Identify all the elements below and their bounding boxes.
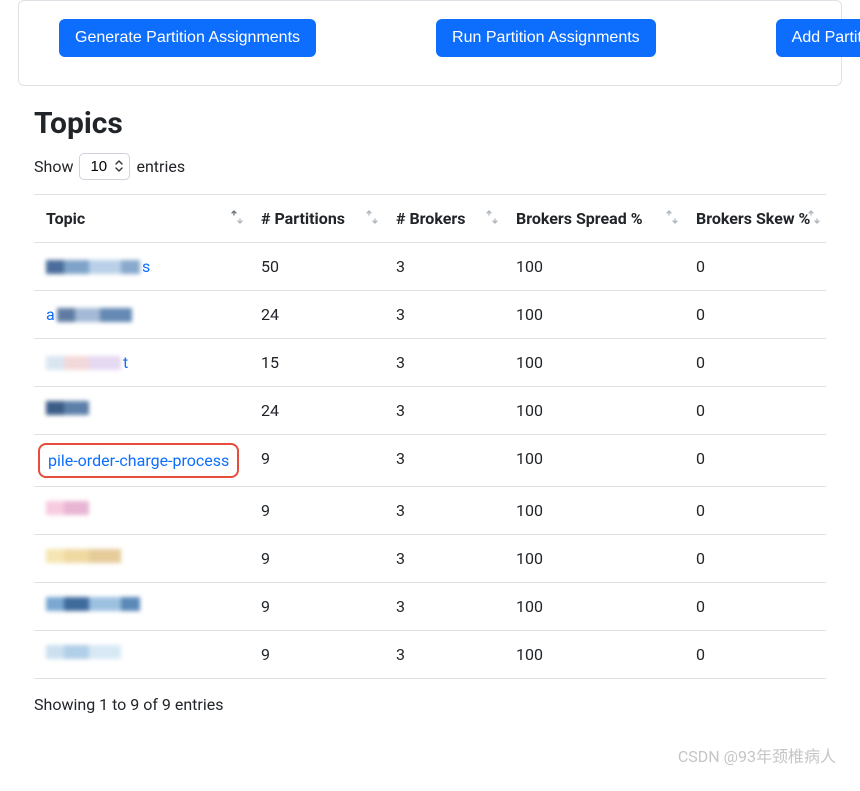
redacted-text [46,356,121,370]
table-row: t 1531000 [34,339,826,387]
cell-skew: 0 [684,291,826,339]
redacted-text [46,401,89,415]
cell-brokers: 3 [384,583,504,631]
sort-icon[interactable] [486,210,498,228]
highlight-box: pile-order-charge-process [38,443,239,478]
cell-brokers: 3 [384,339,504,387]
cell-topic: s [34,243,249,291]
column-header-spread[interactable]: Brokers Spread % [504,195,684,243]
column-header-partitions[interactable]: # Partitions [249,195,384,243]
topic-link[interactable]: pile-order-charge-process [48,451,229,470]
cell-brokers: 3 [384,291,504,339]
sort-icon[interactable] [808,210,820,228]
add-partitions-button[interactable]: Add Partitions [776,19,860,57]
cell-topic [34,487,249,535]
cell-skew: 0 [684,243,826,291]
cell-topic: a [34,291,249,339]
redacted-text [46,260,140,274]
cell-skew: 0 [684,535,826,583]
table-row: s 5031000 [34,243,826,291]
table-footer-info: Showing 1 to 9 of 9 entries [34,695,826,714]
cell-skew: 0 [684,583,826,631]
cell-partitions: 50 [249,243,384,291]
watermark: CSDN @93年颈椎病人 [678,743,836,767]
action-panel: Generate Partition Assignments Run Parti… [18,0,842,86]
topic-link[interactable]: t [123,353,128,372]
cell-brokers: 3 [384,435,504,487]
cell-spread: 100 [504,243,684,291]
cell-topic [34,631,249,679]
cell-partitions: 9 [249,487,384,535]
cell-brokers: 3 [384,243,504,291]
cell-partitions: 24 [249,387,384,435]
entries-label: entries [136,157,185,176]
cell-brokers: 3 [384,387,504,435]
redacted-text [46,597,140,611]
cell-spread: 100 [504,291,684,339]
cell-skew: 0 [684,631,826,679]
table-row: 931000 [34,583,826,631]
cell-spread: 100 [504,387,684,435]
table-row: pile-order-charge-process 931000 [34,435,826,487]
column-header-skew[interactable]: Brokers Skew % [684,195,826,243]
show-label: Show [34,157,73,176]
entries-control: Show 10 entries [34,153,826,180]
sort-icon[interactable] [366,210,378,228]
topic-link[interactable]: s [142,257,150,276]
sort-icon[interactable] [231,210,243,228]
cell-topic [34,583,249,631]
sort-icon[interactable] [666,210,678,228]
table-row: 931000 [34,631,826,679]
cell-spread: 100 [504,535,684,583]
cell-spread: 100 [504,435,684,487]
entries-select[interactable]: 10 [79,153,130,180]
cell-spread: 100 [504,583,684,631]
cell-skew: 0 [684,487,826,535]
cell-topic [34,535,249,583]
cell-brokers: 3 [384,487,504,535]
table-row: 2431000 [34,387,826,435]
cell-partitions: 9 [249,631,384,679]
cell-brokers: 3 [384,535,504,583]
table-row: 931000 [34,535,826,583]
cell-spread: 100 [504,487,684,535]
cell-spread: 100 [504,631,684,679]
cell-skew: 0 [684,387,826,435]
cell-partitions: 15 [249,339,384,387]
topics-table: Topic # Partitions # Brokers [34,194,826,679]
redacted-text [46,501,89,515]
cell-partitions: 9 [249,535,384,583]
cell-topic: pile-order-charge-process [34,435,249,487]
cell-brokers: 3 [384,631,504,679]
topic-link[interactable]: a [46,305,55,324]
cell-partitions: 9 [249,435,384,487]
redacted-text [46,549,121,563]
section-title: Topics [34,106,826,141]
cell-spread: 100 [504,339,684,387]
redacted-text [46,645,121,659]
cell-topic: t [34,339,249,387]
column-header-brokers[interactable]: # Brokers [384,195,504,243]
table-row: 931000 [34,487,826,535]
run-partition-button[interactable]: Run Partition Assignments [436,19,656,57]
cell-partitions: 24 [249,291,384,339]
cell-partitions: 9 [249,583,384,631]
generate-partition-button[interactable]: Generate Partition Assignments [59,19,316,57]
redacted-text [57,308,132,322]
table-row: a 2431000 [34,291,826,339]
cell-skew: 0 [684,339,826,387]
topics-section: Topics Show 10 entries Topic # P [0,106,860,714]
cell-topic [34,387,249,435]
cell-skew: 0 [684,435,826,487]
column-header-topic[interactable]: Topic [34,195,249,243]
